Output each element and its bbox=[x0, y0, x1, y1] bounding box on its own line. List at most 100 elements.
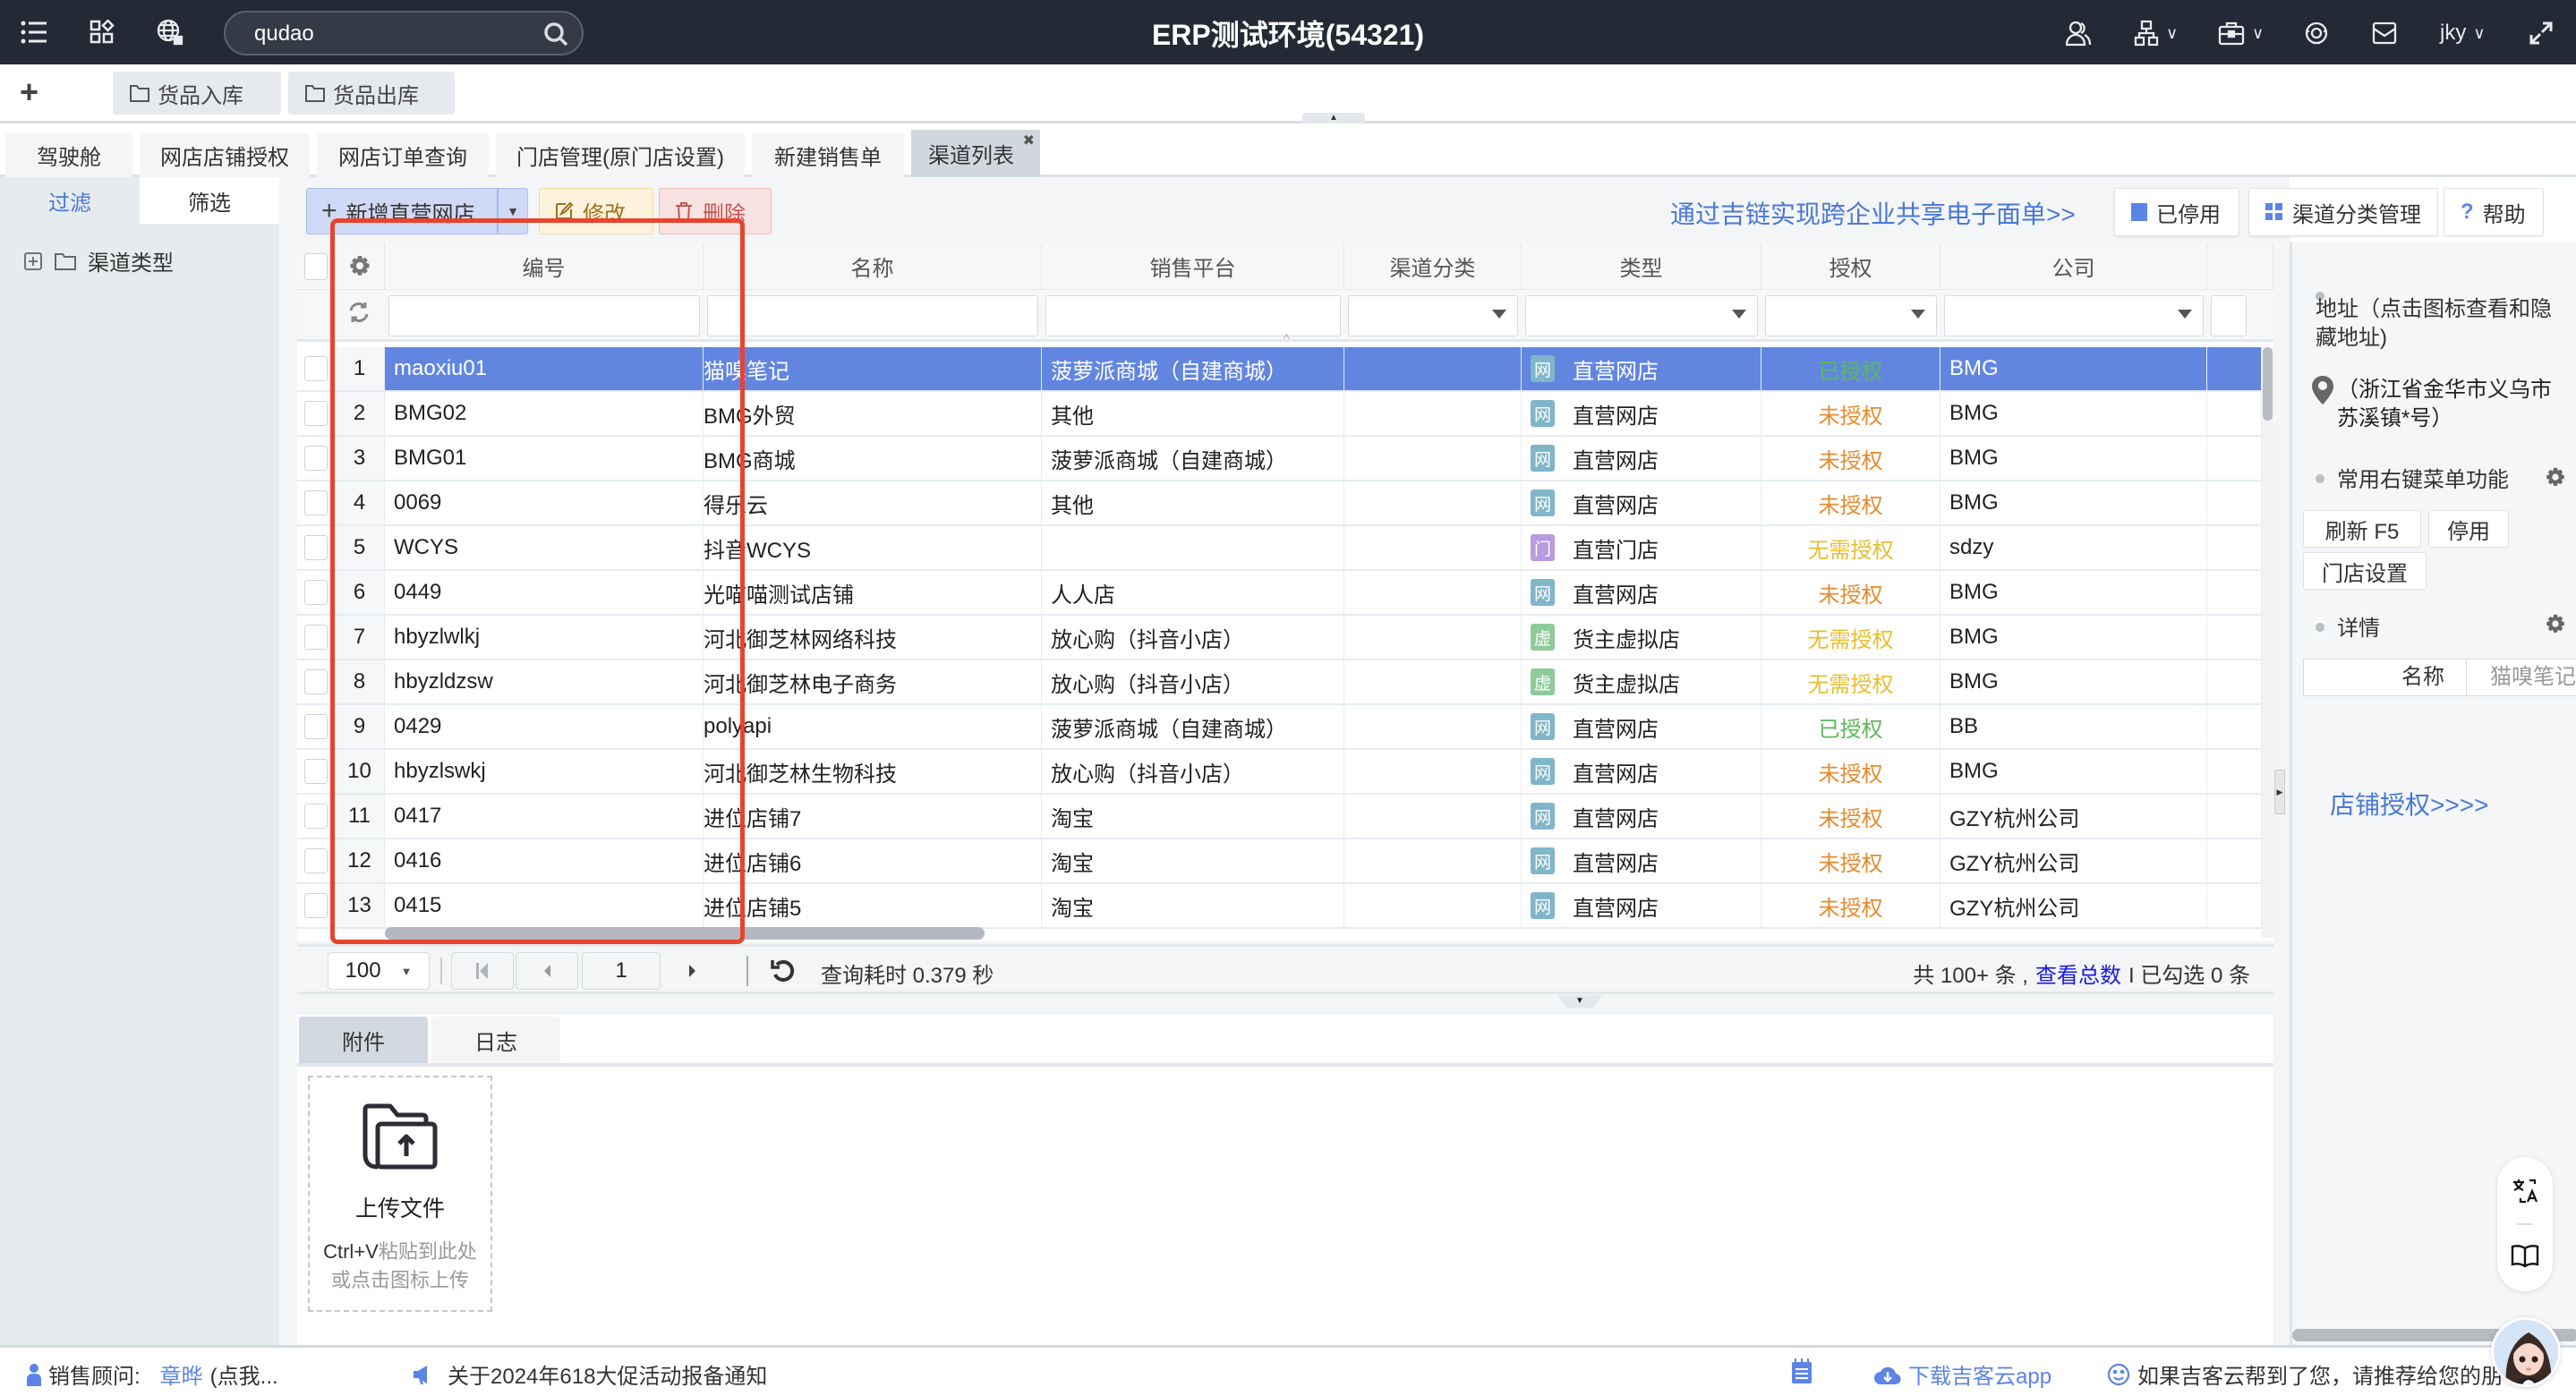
tree-node-channel-type[interactable]: 渠道类型 bbox=[23, 245, 174, 277]
row-checkbox[interactable] bbox=[304, 446, 328, 471]
filter-code-input[interactable] bbox=[388, 295, 700, 336]
filter-platform-input[interactable] bbox=[1045, 295, 1341, 336]
close-tab-icon[interactable]: ✖ bbox=[1023, 132, 1035, 149]
search-input[interactable]: qudao bbox=[254, 21, 314, 47]
table-row[interactable]: 5 WCYS 抖音WCYS 门直营门店 无需授权 sdzy bbox=[297, 526, 2262, 571]
shared-waybill-link[interactable]: 通过吉链实现跨企业共享电子面单>> bbox=[1670, 195, 2076, 231]
notes-icon[interactable] bbox=[1792, 1358, 1812, 1383]
search-icon[interactable] bbox=[542, 21, 569, 52]
column-header-auth[interactable]: 授权 bbox=[1761, 243, 1941, 290]
menu-settings-gear-icon[interactable] bbox=[2545, 467, 2566, 493]
table-row[interactable]: 7 hbyzlwlkj 河北御芝林网络科技 放心购（抖音小店）虚货主虚拟店 无需授权 BM… bbox=[297, 616, 2262, 660]
search-box[interactable]: qudao bbox=[224, 11, 584, 55]
mail-icon[interactable] bbox=[2372, 18, 2397, 48]
view-total-link[interactable]: 查看总数 bbox=[2035, 958, 2121, 989]
shortcut-goods-in[interactable]: 货品入库 bbox=[113, 72, 281, 115]
table-row[interactable]: 8 hbyzldzsw 河北御芝林电子商务 放心购（抖音小店）虚货主虚拟店 无需授权 BM… bbox=[297, 660, 2262, 705]
prev-page-button[interactable] bbox=[516, 952, 578, 990]
column-header-category[interactable]: 渠道分类 bbox=[1344, 243, 1522, 290]
table-row[interactable]: 12 0416 进位店铺6 淘宝网直营网店 未授权 GZY杭州公司 bbox=[297, 839, 2262, 884]
table-row[interactable]: 10 hbyzlswkj 河北御芝林生物科技 放心购（抖音小店）网直营网店 未授权 BMG bbox=[297, 750, 2262, 795]
column-header-code[interactable]: 编号 bbox=[385, 243, 704, 290]
row-checkbox[interactable] bbox=[304, 714, 328, 739]
tab-log[interactable]: 日志 bbox=[431, 1017, 560, 1063]
tab-store-manage[interactable]: 门店管理(原门店设置) bbox=[496, 133, 745, 177]
menu-icon[interactable] bbox=[18, 16, 50, 48]
row-checkbox[interactable] bbox=[304, 804, 328, 829]
channel-category-button[interactable]: 渠道分类管理 bbox=[2248, 188, 2438, 236]
filter-category-select[interactable] bbox=[1348, 295, 1518, 336]
filter-company-select[interactable] bbox=[1944, 295, 2204, 336]
details-settings-gear-icon[interactable] bbox=[2545, 614, 2566, 640]
table-row[interactable]: 6 0449 光喵喵测试店铺 人人店网直营网店 未授权 BMG bbox=[297, 571, 2262, 616]
table-row[interactable]: 3 BMG01 BMG商城 菠萝派商城（自建商城）网直营网店 未授权 BMG bbox=[297, 437, 2262, 481]
column-header-platform[interactable]: 销售平台 bbox=[1042, 243, 1344, 290]
sidebar-tab-filter[interactable]: 过滤 bbox=[0, 177, 140, 224]
table-row[interactable]: 1 maoxiu01 猫嗅笔记 菠萝派商城（自建商城）网直营网店 已授权 BMG bbox=[297, 347, 2262, 392]
notice[interactable]: 关于2024年618大促活动报备通知 bbox=[412, 1358, 767, 1390]
table-row[interactable]: 11 0417 进位店铺7 淘宝网直营网店 未授权 GZY杭州公司 bbox=[297, 795, 2262, 839]
filter-auth-select[interactable] bbox=[1765, 295, 1937, 336]
row-checkbox[interactable] bbox=[304, 848, 328, 873]
advisor-name-link[interactable]: 章晔 bbox=[160, 1358, 203, 1390]
filter-more-input[interactable] bbox=[2211, 295, 2247, 336]
refresh-f5-button[interactable]: 刷新 F5 bbox=[2303, 510, 2421, 548]
fullscreen-icon[interactable] bbox=[2529, 18, 2553, 48]
help-button[interactable]: ? 帮助 bbox=[2444, 188, 2544, 236]
select-all-checkbox[interactable] bbox=[304, 253, 328, 280]
add-online-store-button[interactable]: + 新增直营网店 bbox=[306, 188, 498, 234]
collapse-header-handle[interactable]: ▲ bbox=[1302, 113, 1365, 123]
tab-cockpit[interactable]: 驾驶舱 bbox=[5, 133, 132, 177]
column-settings[interactable] bbox=[335, 243, 385, 290]
add-shortcut-button[interactable]: + bbox=[20, 73, 38, 111]
briefcase-icon[interactable]: ∨ bbox=[2218, 18, 2264, 48]
location-pin-icon[interactable] bbox=[2312, 376, 2333, 409]
disabled-list-button[interactable]: 已停用 bbox=[2114, 188, 2239, 236]
collapse-bottom-handle[interactable]: ▼ bbox=[1557, 995, 1602, 1008]
support-icon[interactable] bbox=[2304, 18, 2329, 48]
filter-type-select[interactable] bbox=[1525, 295, 1758, 336]
filter-name-input[interactable] bbox=[707, 295, 1038, 336]
row-checkbox[interactable] bbox=[304, 625, 328, 650]
row-checkbox[interactable] bbox=[304, 490, 328, 515]
edit-button[interactable]: 修改 bbox=[539, 188, 653, 234]
tab-shop-auth[interactable]: 网店店铺授权 bbox=[140, 133, 310, 177]
shortcut-goods-out[interactable]: 货品出库 bbox=[288, 72, 455, 115]
row-checkbox[interactable] bbox=[304, 669, 328, 694]
globe-icon[interactable] bbox=[154, 16, 186, 48]
tab-channel-list[interactable]: 渠道列表 ✖ bbox=[911, 130, 1040, 177]
user-menu[interactable]: jky ∨ bbox=[2440, 18, 2486, 48]
translate-icon[interactable] bbox=[2512, 1177, 2538, 1208]
first-page-button[interactable] bbox=[451, 952, 514, 990]
assistant-avatar[interactable] bbox=[2491, 1317, 2561, 1387]
sidebar-tab-screen[interactable]: 筛选 bbox=[140, 177, 279, 224]
row-checkbox[interactable] bbox=[304, 535, 328, 560]
column-header-name[interactable]: 名称 bbox=[704, 243, 1042, 290]
vertical-scrollbar-thumb[interactable] bbox=[2263, 347, 2273, 421]
book-icon[interactable] bbox=[2511, 1243, 2539, 1273]
user-name[interactable]: jky bbox=[2440, 21, 2466, 46]
vertical-scrollbar[interactable] bbox=[2262, 347, 2273, 938]
tab-attachments[interactable]: 附件 bbox=[299, 1017, 428, 1063]
collapse-right-panel-handle[interactable]: ▶ bbox=[2274, 770, 2285, 814]
column-header-type[interactable]: 类型 bbox=[1522, 243, 1761, 290]
table-row[interactable]: 4 0069 得乐云 其他网直营网店 未授权 BMG bbox=[297, 481, 2262, 526]
row-checkbox[interactable] bbox=[304, 356, 328, 381]
column-header-company[interactable]: 公司 bbox=[1941, 243, 2207, 290]
upload-dropzone[interactable]: 上传文件 Ctrl+V粘贴到此处 或点击图标上传 bbox=[308, 1076, 492, 1312]
page-number-input[interactable]: 1 bbox=[582, 952, 661, 990]
tab-new-sales-order[interactable]: 新建销售单 bbox=[752, 133, 904, 177]
horizontal-scrollbar-thumb[interactable] bbox=[385, 927, 985, 940]
store-settings-button[interactable]: 门店设置 bbox=[2303, 552, 2427, 590]
row-checkbox[interactable] bbox=[304, 401, 328, 426]
refresh-filter-icon[interactable] bbox=[347, 301, 371, 328]
add-dropdown-button[interactable]: ▼ bbox=[498, 188, 528, 234]
row-checkbox[interactable] bbox=[304, 759, 328, 784]
shop-auth-link[interactable]: 店铺授权>>>> bbox=[2330, 786, 2488, 821]
table-row[interactable]: 2 BMG02 BMG外贸 其他网直营网店 未授权 BMG bbox=[297, 392, 2262, 437]
table-row[interactable]: 9 0429 polyapi 菠萝派商城（自建商城）网直营网店 已授权 BB bbox=[297, 705, 2262, 750]
upload-folder-icon[interactable] bbox=[360, 1101, 440, 1177]
row-checkbox[interactable] bbox=[304, 580, 328, 605]
disable-button[interactable]: 停用 bbox=[2428, 510, 2509, 548]
refresh-icon[interactable] bbox=[770, 958, 795, 989]
